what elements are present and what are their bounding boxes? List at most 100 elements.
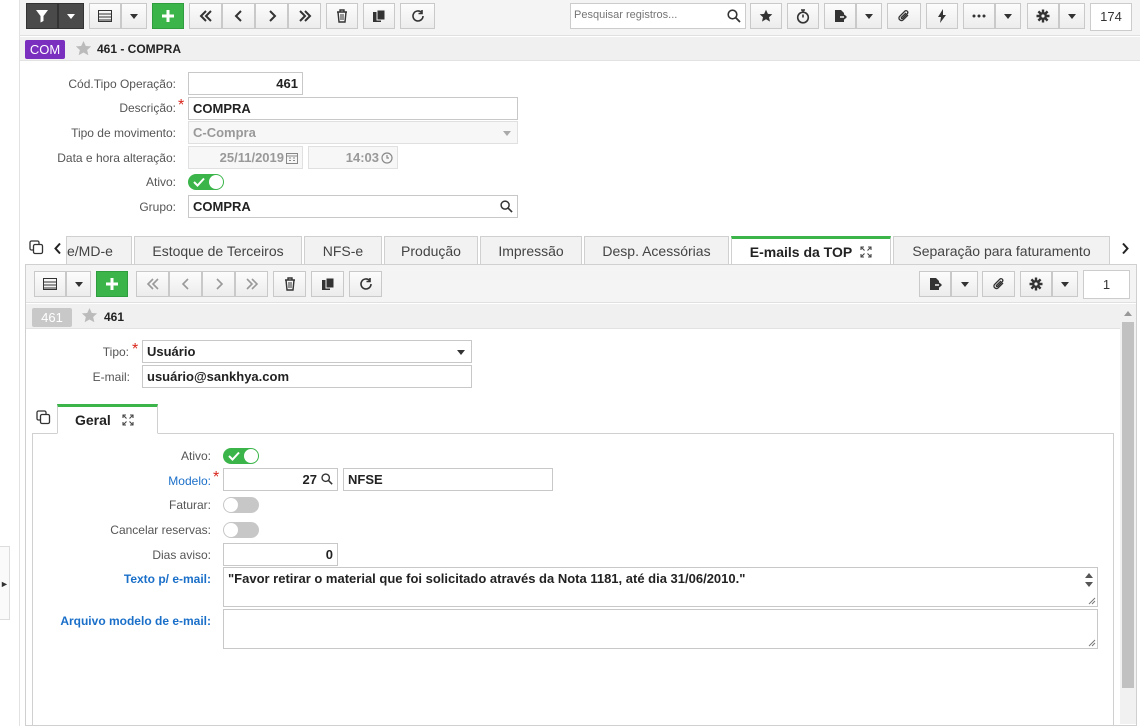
detail-previous-button[interactable] [169,271,202,297]
search-icon[interactable] [500,200,513,213]
detail-grid-dropdown-button[interactable] [66,271,91,297]
detail-export-button[interactable] [919,271,951,297]
ellipsis-icon [972,14,986,18]
star-icon[interactable] [81,307,98,324]
tab-emails-top[interactable]: E-mails da TOP [731,236,891,265]
grid-view-dropdown-button[interactable] [121,3,147,29]
copy-tabs-icon[interactable] [36,410,51,425]
tipo-movimento-select[interactable]: C-Compra [188,121,518,144]
previous-record-button[interactable] [222,3,255,29]
detail-first-button[interactable] [136,271,169,297]
chevron-down-icon [503,131,511,136]
detail-scrollbar[interactable] [1120,306,1136,724]
cancelar-reservas-toggle[interactable] [223,522,259,538]
add-button[interactable] [152,3,184,29]
last-record-button[interactable] [288,3,321,29]
tab-label: NFS-e [322,242,364,259]
tab-producao[interactable]: Produção [384,236,478,264]
textarea-scroll-up-icon[interactable] [1085,573,1093,578]
delete-button[interactable] [326,3,358,29]
resize-handle-icon[interactable] [1087,638,1096,647]
export-dropdown-button[interactable] [856,3,882,29]
texto-email-textarea[interactable]: "Favor retirar o material que foi solici… [223,567,1098,607]
export-button[interactable] [824,3,856,29]
search-icon[interactable] [727,9,741,23]
textarea-scroll-down-icon[interactable] [1085,582,1093,587]
search-icon[interactable] [321,473,333,485]
hora-alteracao-field[interactable]: 14:03 [308,146,398,169]
data-alteracao-value: 25/11/2019 [219,150,284,165]
settings-button[interactable] [1027,3,1059,29]
tabs-scroll-right-icon[interactable] [1120,242,1130,255]
refresh-icon [359,278,372,290]
detail-grid-view-button[interactable] [34,271,66,297]
more-options-button[interactable] [963,3,995,29]
ativo-toggle[interactable] [188,174,224,190]
data-alteracao-field[interactable]: 25/11/2019 [188,146,303,169]
required-asterisk: * [132,341,139,358]
descricao-field[interactable]: COMPRA [188,97,518,120]
star-icon[interactable] [75,40,92,57]
check-icon [193,177,205,187]
detail-title: 461 [104,310,125,324]
descricao-label: Descrição: [119,101,176,115]
left-collapse-handle[interactable]: ► [0,546,10,620]
refresh-button[interactable] [400,3,435,29]
grid-view-button[interactable] [89,3,121,29]
tab-estoque-terceiros[interactable]: Estoque de Terceiros [134,236,302,264]
arquivo-modelo-textarea[interactable] [223,609,1098,649]
settings-dropdown-button[interactable] [1059,3,1085,29]
tab-separacao-faturamento[interactable]: Separação para faturamento [893,236,1110,264]
faturar-toggle[interactable] [223,497,259,513]
expand-icon[interactable] [860,246,872,258]
chevron-right-icon [268,10,276,22]
favorite-button[interactable] [750,3,782,29]
tipo-select[interactable]: Usuário [142,340,472,363]
star-icon [759,9,773,22]
detail-refresh-button[interactable] [349,271,382,297]
tab-nfe-mdfe[interactable]: e/MD-e [66,236,132,264]
email-field[interactable]: usuário@sankhya.com [142,365,472,388]
copy-tabs-icon[interactable] [29,240,44,255]
resize-handle-icon[interactable] [1087,596,1096,605]
detail-record-count: 1 [1083,270,1130,299]
detail-settings-button[interactable] [1020,271,1052,297]
detail-last-button[interactable] [235,271,268,297]
expand-icon[interactable] [122,414,134,426]
modelo-description-field[interactable]: NFSE [343,468,553,491]
lightning-icon [938,9,946,23]
detail-add-button[interactable] [96,271,128,297]
detail-attachment-button[interactable] [982,271,1015,297]
attachment-button[interactable] [887,3,921,29]
more-options-dropdown-button[interactable] [995,3,1021,29]
scrollbar-thumb[interactable] [1122,322,1134,688]
detail-next-button[interactable] [202,271,235,297]
first-record-button[interactable] [189,3,222,29]
next-record-button[interactable] [255,3,288,29]
timer-button[interactable] [787,3,819,29]
scroll-up-icon[interactable] [1124,311,1132,316]
filter-dropdown-button[interactable] [58,3,84,29]
tab-desp-acessorias[interactable]: Desp. Acessórias [584,236,729,264]
filter-button[interactable] [26,3,58,29]
hora-alteracao-value: 14:03 [345,150,379,165]
detail-delete-button[interactable] [273,271,306,297]
duplicate-button[interactable] [363,3,395,29]
search-input[interactable] [571,4,721,26]
tabs-scroll-left-icon[interactable] [53,242,63,255]
dias-aviso-label: Dias aviso: [152,548,211,562]
detail-settings-dropdown-button[interactable] [1052,271,1078,297]
actions-button[interactable] [926,3,958,29]
detail-duplicate-button[interactable] [311,271,344,297]
tab-nfse[interactable]: NFS-e [304,236,382,264]
tab-geral[interactable]: Geral [57,404,158,434]
record-count-box: 174 [1090,3,1132,31]
detail-export-dropdown-button[interactable] [951,271,978,297]
modelo-label: Modelo: [168,474,211,488]
modelo-code-field[interactable]: 27 [223,468,338,491]
cod-tipo-operacao-field[interactable]: 461 [188,72,303,95]
detail-ativo-toggle[interactable] [223,448,259,464]
tab-impressao[interactable]: Impressão [480,236,582,264]
grupo-field[interactable]: COMPRA [188,195,518,218]
dias-aviso-field[interactable]: 0 [223,543,338,566]
